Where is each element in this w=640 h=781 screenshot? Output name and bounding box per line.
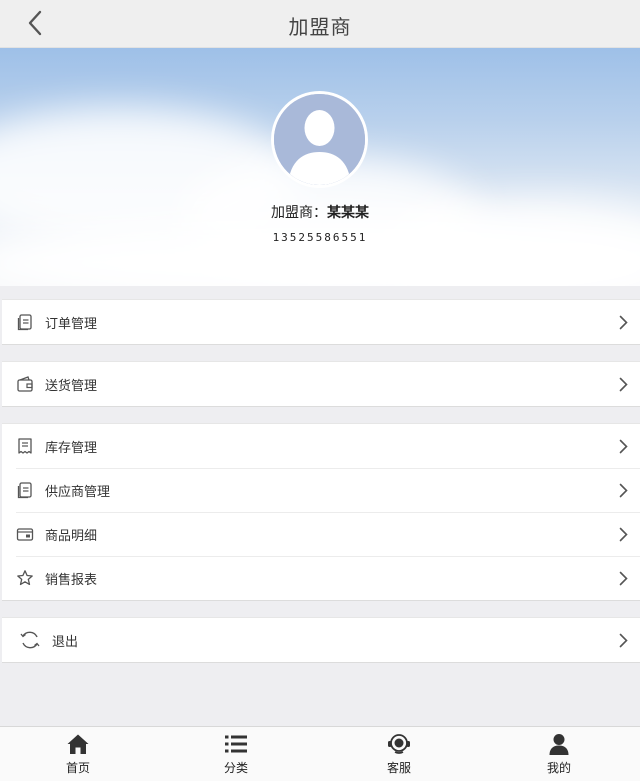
- chevron-right-icon: [619, 571, 628, 586]
- menu-item-label: 商品明细: [45, 529, 98, 544]
- chevron-right-icon: [619, 377, 628, 392]
- menu-item-order-management[interactable]: 订单管理: [2, 300, 640, 344]
- page-title: 加盟商: [288, 15, 352, 39]
- menu-group-inventory: 库存管理 供应商管理 商品明细 销售报表: [2, 423, 640, 601]
- phone-number: 13525586551: [272, 231, 368, 244]
- bottom-tab-bar: 首页 分类 客服 我的: [0, 726, 640, 781]
- tab-mine[interactable]: 我的: [519, 727, 599, 781]
- menu-item-delivery-management[interactable]: 送货管理: [2, 362, 640, 406]
- user-icon: [549, 734, 569, 755]
- tab-category[interactable]: 分类: [196, 727, 276, 781]
- menu-item-label: 订单管理: [45, 317, 98, 332]
- tab-customer-service[interactable]: 客服: [359, 727, 439, 781]
- profile-banner: 加盟商：某某某 13525586551: [0, 48, 640, 286]
- name-value: 某某某: [327, 205, 369, 221]
- card-icon: [16, 528, 34, 541]
- chevron-right-icon: [619, 315, 628, 330]
- tab-label: 我的: [546, 761, 571, 775]
- home-icon: [67, 734, 89, 754]
- menu-group-orders: 订单管理: [2, 299, 640, 345]
- menu-item-label: 退出: [52, 635, 79, 650]
- menu-item-label: 销售报表: [45, 573, 98, 588]
- chevron-right-icon: [619, 527, 628, 542]
- wallet-icon: [17, 376, 33, 392]
- user-silhouette-icon: [274, 94, 365, 185]
- headset-icon: [388, 734, 410, 754]
- chevron-right-icon: [619, 633, 628, 648]
- menu-item-label: 库存管理: [45, 441, 98, 456]
- menu-group-logout: 退出: [2, 617, 640, 663]
- tab-label: 客服: [386, 761, 411, 775]
- chevron-right-icon: [619, 483, 628, 498]
- list-icon: [225, 735, 247, 753]
- menu-item-supplier-management[interactable]: 供应商管理: [2, 468, 640, 512]
- menu-item-sales-report[interactable]: 销售报表: [2, 556, 640, 600]
- menu-item-product-details[interactable]: 商品明细: [2, 512, 640, 556]
- menu-item-logout[interactable]: 退出: [2, 618, 640, 662]
- document-icon: [17, 314, 32, 331]
- tab-label: 首页: [65, 761, 90, 775]
- refresh-icon: [20, 631, 40, 649]
- star-icon: [17, 570, 33, 586]
- top-nav-bar: 加盟商: [0, 0, 640, 48]
- receipt-icon: [18, 438, 32, 454]
- chevron-right-icon: [619, 439, 628, 454]
- menu-item-label: 供应商管理: [45, 485, 111, 500]
- menu-item-inventory-management[interactable]: 库存管理: [2, 424, 640, 468]
- franchisee-name: 加盟商：某某某: [0, 202, 640, 222]
- avatar[interactable]: [271, 91, 368, 188]
- menu-group-delivery: 送货管理: [2, 361, 640, 407]
- name-label: 加盟商：: [271, 205, 327, 221]
- menu-item-label: 送货管理: [45, 379, 98, 394]
- document-icon: [17, 482, 32, 499]
- tab-home[interactable]: 首页: [38, 727, 118, 781]
- tab-label: 分类: [223, 761, 248, 775]
